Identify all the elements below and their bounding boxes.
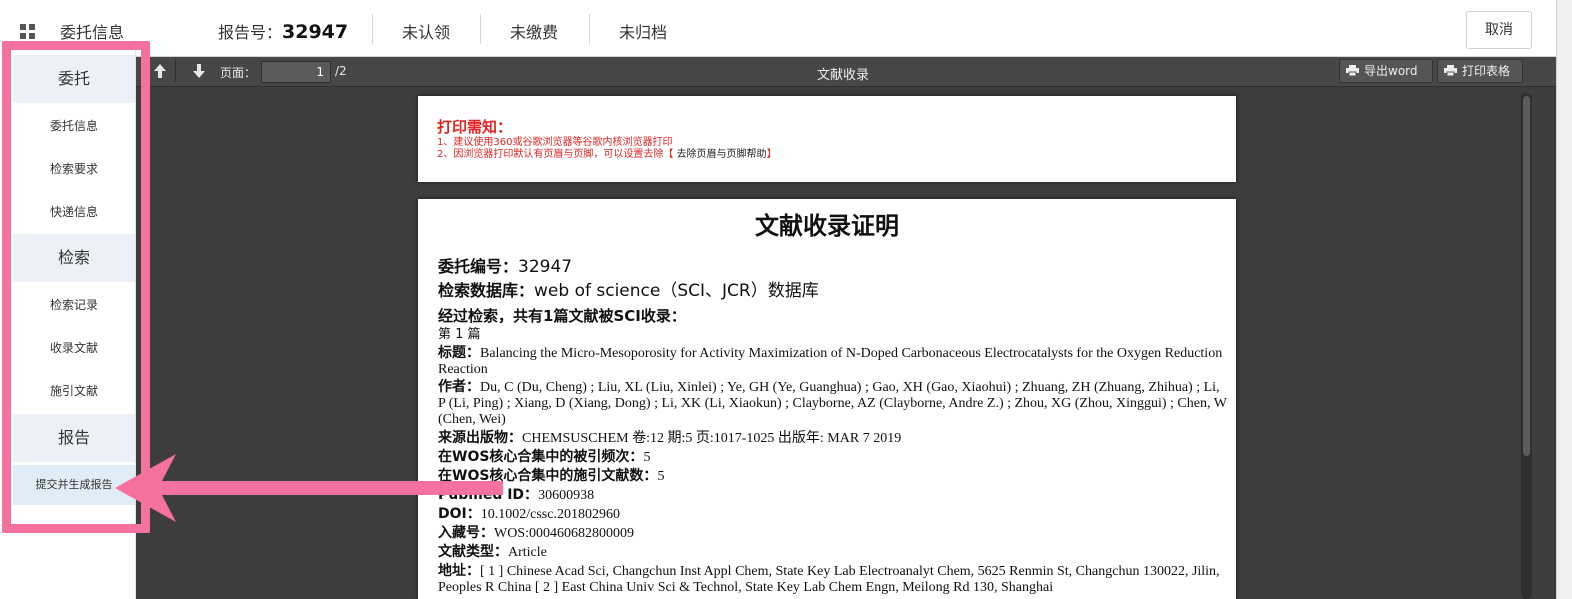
viewer-title: 文献收录 xyxy=(816,68,869,83)
status-unpaid: 未缴费 xyxy=(510,23,559,42)
database-row: 检索数据库：web of science（SCI、JCR）数据库 xyxy=(438,281,1228,301)
notice-line-2-suffix: 】 xyxy=(766,149,777,160)
printer-icon xyxy=(1444,65,1457,76)
report-number: 32947 xyxy=(282,21,349,43)
toolbar-divider xyxy=(175,60,176,82)
authors-label: 作者： xyxy=(438,379,480,395)
report-label-text: 报告号： xyxy=(218,23,283,42)
certificate-title: 文献收录证明 xyxy=(755,212,899,240)
accession-value: WOS:000460682800009 xyxy=(494,526,634,541)
entrust-number-row: 委托编号：32947 xyxy=(438,257,1228,277)
notice-line-1: 1、建议使用360或谷歌浏览器等谷歌内核浏览器打印 xyxy=(437,137,673,148)
window-edge xyxy=(1556,0,1572,599)
print-table-label: 打印表格 xyxy=(1462,64,1511,78)
page-label: 页面： xyxy=(220,66,257,80)
page-number-input[interactable] xyxy=(261,61,331,83)
search-summary: 经过检索，共有1篇文献被SCI收录： xyxy=(438,307,686,325)
database-value: web of science（SCI、JCR）数据库 xyxy=(534,281,819,301)
status-unclaimed: 未认领 xyxy=(402,23,451,42)
cited-count-row: 在WOS核心合集中的被引频次：5 xyxy=(438,449,1228,466)
doi-row: DOI：10.1002/cssc.201802960 xyxy=(438,506,1228,523)
divider xyxy=(589,14,590,44)
divider xyxy=(480,14,481,44)
doc-type-row: 文献类型：Article xyxy=(438,544,1228,561)
export-word-label: 导出word xyxy=(1364,64,1418,78)
accession-row: 入藏号：WOS:000460682800009 xyxy=(438,525,1228,542)
print-notice: 打印需知： 1、建议使用360或谷歌浏览器等谷歌内核浏览器打印 2、因浏览器打印… xyxy=(418,96,1236,182)
authors-value: Du, C (Du, Cheng) ; Liu, XL (Liu, Xinlei… xyxy=(438,380,1227,427)
annotation-arrow-icon xyxy=(115,454,503,522)
grid-menu-icon[interactable] xyxy=(20,24,35,39)
source-value: CHEMSUSCHEM 卷:12 期:5 页:1017-1025 出版年: MA… xyxy=(522,431,902,446)
divider xyxy=(372,14,373,44)
pubmed-value: 30600938 xyxy=(538,488,595,503)
certificate-page: 文献收录证明 委托编号：32947 检索数据库：web of science（S… xyxy=(418,199,1236,599)
page-down-icon[interactable] xyxy=(191,63,207,79)
entrust-number-label: 委托编号： xyxy=(438,257,519,276)
print-table-button[interactable]: 打印表格 xyxy=(1437,59,1523,83)
database-label: 检索数据库： xyxy=(438,281,535,300)
page-total: /2 xyxy=(335,64,347,78)
address-label: 地址： xyxy=(438,563,480,579)
article-title-label: 标题： xyxy=(438,345,480,361)
notice-line-2: 2、因浏览器打印默认有页眉与页脚，可以设置去除【 去除页眉与页脚帮助】 xyxy=(437,149,777,161)
citing-refs-value: 5 xyxy=(657,469,665,484)
page-up-icon[interactable] xyxy=(152,63,168,79)
article-index: 第 1 篇 xyxy=(438,327,481,342)
address-value: [ 1 ] Chinese Acad Sci, Changchun Inst A… xyxy=(438,564,1220,595)
report-number-label: 报告号：32947 xyxy=(218,19,348,43)
printer-icon xyxy=(1346,65,1359,76)
citing-refs-row: 在WOS核心合集中的施引文献数：5 xyxy=(438,468,1228,485)
entrust-number-value: 32947 xyxy=(518,257,573,277)
source-label: 来源出版物： xyxy=(438,430,522,446)
cited-count-value: 5 xyxy=(643,450,651,465)
export-word-button[interactable]: 导出word xyxy=(1339,59,1433,83)
doc-type-label: 文献类型： xyxy=(438,544,508,560)
scrollbar-thumb[interactable] xyxy=(1523,96,1530,456)
address-row: 地址：[ 1 ] Chinese Acad Sci, Changchun Ins… xyxy=(438,563,1228,596)
notice-title: 打印需知： xyxy=(437,118,513,136)
remove-header-footer-help-link[interactable]: 去除页眉与页脚帮助 xyxy=(677,149,767,160)
authors-row: 作者：Du, C (Du, Cheng) ; Liu, XL (Liu, Xin… xyxy=(438,379,1228,428)
article-title-row: 标题：Balancing the Micro-Mesoporosity for … xyxy=(438,345,1228,378)
article-title-value: Balancing the Micro-Mesoporosity for Act… xyxy=(438,346,1223,377)
notice-line-2-prefix: 2、因浏览器打印默认有页眉与页脚，可以设置去除【 xyxy=(437,149,674,160)
cancel-button[interactable]: 取消 xyxy=(1466,11,1532,49)
pubmed-row: Pubmed ID：30600938 xyxy=(438,487,1228,504)
status-unarchived: 未归档 xyxy=(619,23,668,42)
doc-type-value: Article xyxy=(508,545,547,560)
source-row: 来源出版物：CHEMSUSCHEM 卷:12 期:5 页:1017-1025 出… xyxy=(438,430,1228,447)
